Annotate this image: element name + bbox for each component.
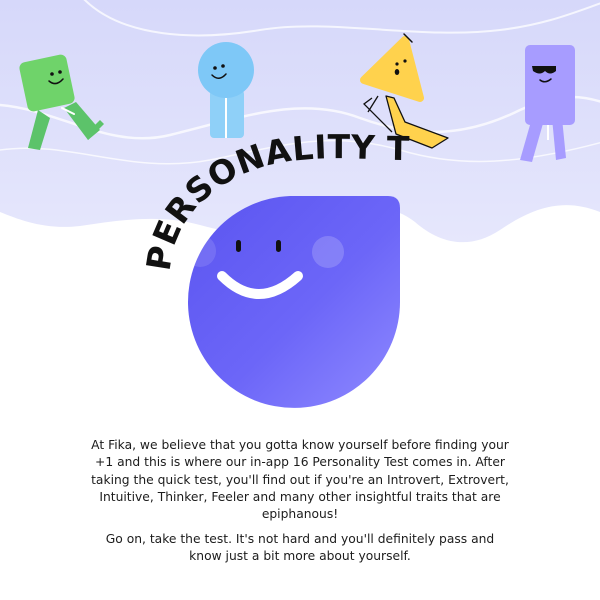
- call-to-action-paragraph: Go on, take the test. It's not hard and …: [105, 532, 495, 564]
- intro-paragraph: At Fika, we believe that you gotta know …: [91, 438, 509, 522]
- personality-test-card: PERSONALITY TEST At Fika, we believe tha…: [0, 0, 600, 600]
- page-title: PERSONALITY TEST: [0, 0, 410, 273]
- page-title-path: PERSONALITY TEST: [0, 0, 410, 273]
